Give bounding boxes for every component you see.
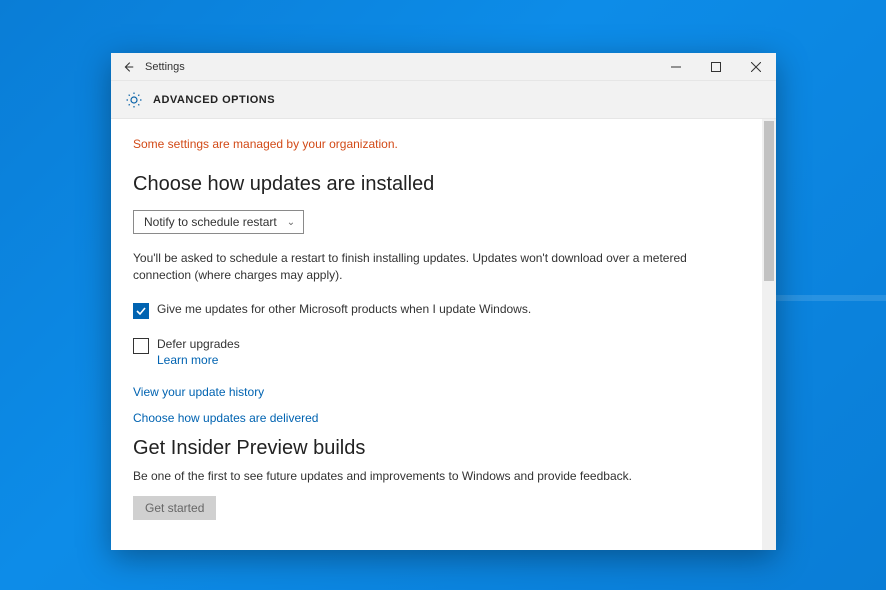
insider-description: Be one of the first to see future update…	[133, 468, 723, 485]
checkmark-icon	[135, 305, 147, 317]
defer-learn-more-link[interactable]: Learn more	[157, 353, 240, 367]
maximize-icon	[711, 62, 721, 72]
install-behavior-description: You'll be asked to schedule a restart to…	[133, 250, 723, 284]
defer-upgrades-checkbox[interactable]	[133, 338, 149, 354]
view-update-history-link[interactable]: View your update history	[133, 385, 740, 399]
content-area: Some settings are managed by your organi…	[111, 119, 762, 550]
other-products-checkbox-row: Give me updates for other Microsoft prod…	[133, 302, 740, 319]
scrollbar-thumb[interactable]	[764, 121, 774, 281]
minimize-icon	[671, 62, 681, 72]
other-products-checkbox[interactable]	[133, 303, 149, 319]
page-header: ADVANCED OPTIONS	[111, 81, 776, 119]
settings-window: Settings ADVANCED OPTIONS Some settings …	[111, 53, 776, 550]
close-button[interactable]	[736, 53, 776, 80]
maximize-button[interactable]	[696, 53, 736, 80]
close-icon	[751, 62, 761, 72]
managed-by-org-notice: Some settings are managed by your organi…	[133, 137, 740, 151]
app-name: Settings	[145, 61, 185, 73]
back-button[interactable]	[111, 53, 145, 80]
minimize-button[interactable]	[656, 53, 696, 80]
scrollbar-track[interactable]	[762, 119, 776, 550]
back-arrow-icon	[121, 60, 135, 74]
install-behavior-dropdown[interactable]: Notify to schedule restart ⌄	[133, 210, 304, 234]
chevron-down-icon: ⌄	[287, 217, 295, 228]
page-title: ADVANCED OPTIONS	[153, 94, 275, 106]
dropdown-selected-label: Notify to schedule restart	[144, 215, 277, 229]
defer-upgrades-checkbox-row: Defer upgrades Learn more	[133, 337, 740, 367]
other-products-label: Give me updates for other Microsoft prod…	[157, 302, 531, 316]
choose-updates-heading: Choose how updates are installed	[133, 173, 740, 196]
insider-heading: Get Insider Preview builds	[133, 437, 740, 460]
get-started-button[interactable]: Get started	[133, 496, 216, 520]
update-delivery-link[interactable]: Choose how updates are delivered	[133, 411, 740, 425]
gear-icon	[125, 91, 143, 109]
titlebar: Settings	[111, 53, 776, 81]
defer-upgrades-label: Defer upgrades	[157, 337, 240, 351]
